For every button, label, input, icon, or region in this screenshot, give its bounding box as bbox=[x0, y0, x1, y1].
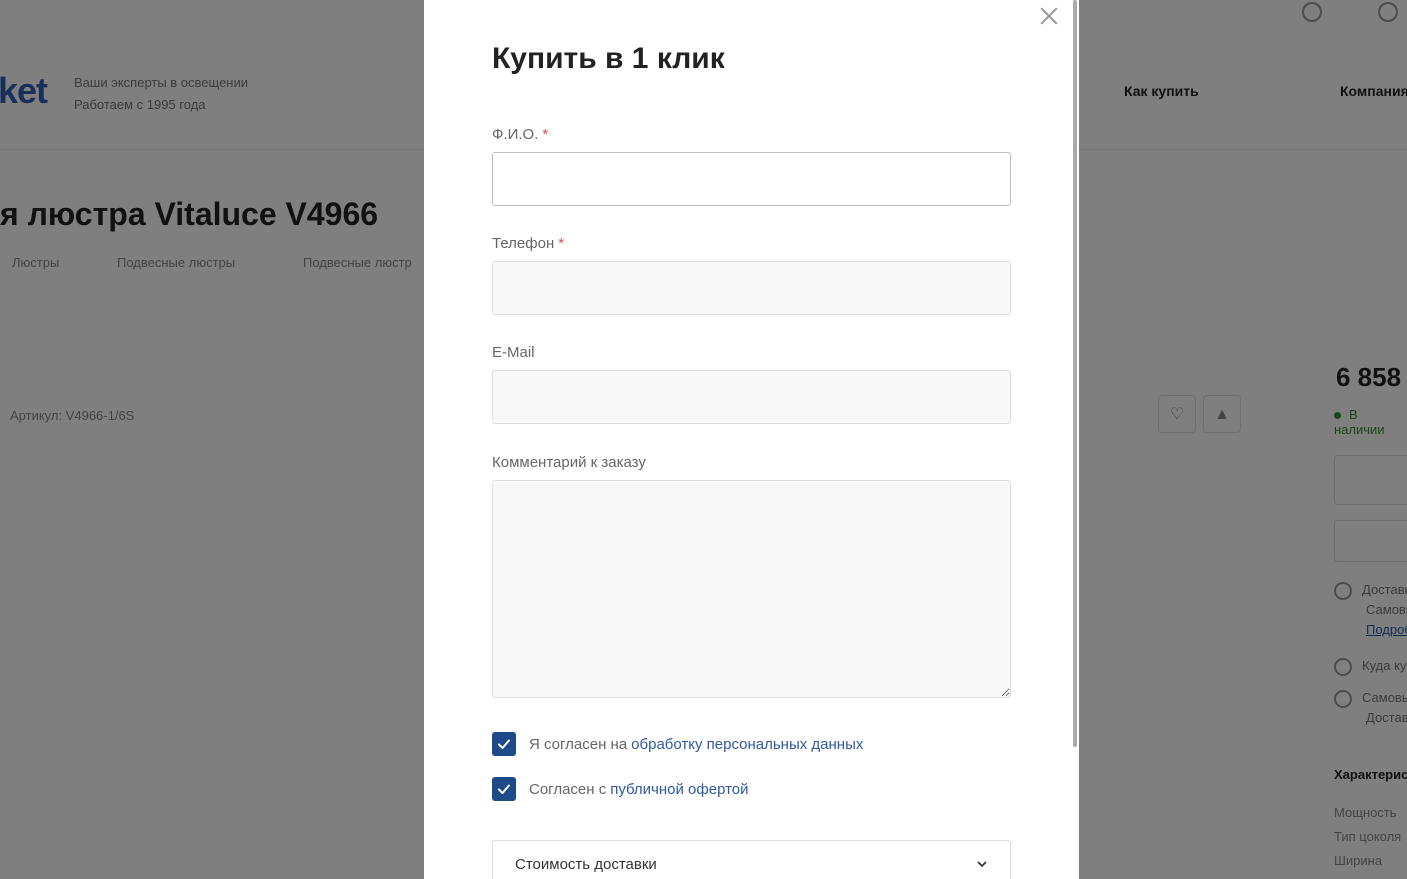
phone-label: Телефон * bbox=[492, 235, 565, 252]
name-field[interactable] bbox=[492, 152, 1011, 206]
checkmark-icon bbox=[498, 784, 510, 794]
modal-title: Купить в 1 клик bbox=[492, 42, 725, 75]
public-offer-link[interactable]: публичной офертой bbox=[610, 781, 748, 798]
required-mark: * bbox=[542, 126, 549, 143]
name-label: Ф.И.О. * bbox=[492, 126, 549, 143]
required-mark: * bbox=[558, 235, 565, 252]
consent-offer-checkbox[interactable] bbox=[492, 777, 516, 801]
checkmark-icon bbox=[498, 739, 510, 749]
close-icon[interactable] bbox=[1039, 5, 1059, 25]
consent-offer-text: Согласен с bbox=[529, 780, 607, 798]
buy-one-click-modal: Купить в 1 клик Ф.И.О. * Телефон * E-Mail … bbox=[424, 0, 1079, 879]
modal-scrollbar[interactable] bbox=[1073, 0, 1077, 747]
consent-personal-text: Я согласен на bbox=[529, 735, 628, 753]
consent-personal-data: Я согласен на обработку персональных дан… bbox=[492, 732, 863, 756]
email-field[interactable] bbox=[492, 370, 1011, 424]
email-label: E-Mail bbox=[492, 344, 535, 361]
comment-label: Комментарий к заказу bbox=[492, 454, 646, 471]
delivery-cost-dropdown[interactable]: Стоимость доставки bbox=[492, 840, 1011, 879]
chevron-down-icon bbox=[977, 861, 987, 867]
phone-field[interactable] bbox=[492, 261, 1011, 315]
consent-personal-checkbox[interactable] bbox=[492, 732, 516, 756]
consent-public-offer: Согласен с публичной офертой bbox=[492, 777, 749, 801]
personal-data-link[interactable]: обработку персональных данных bbox=[631, 736, 863, 753]
comment-textarea[interactable] bbox=[492, 480, 1011, 698]
delivery-cost-label: Стоимость доставки bbox=[515, 855, 657, 873]
